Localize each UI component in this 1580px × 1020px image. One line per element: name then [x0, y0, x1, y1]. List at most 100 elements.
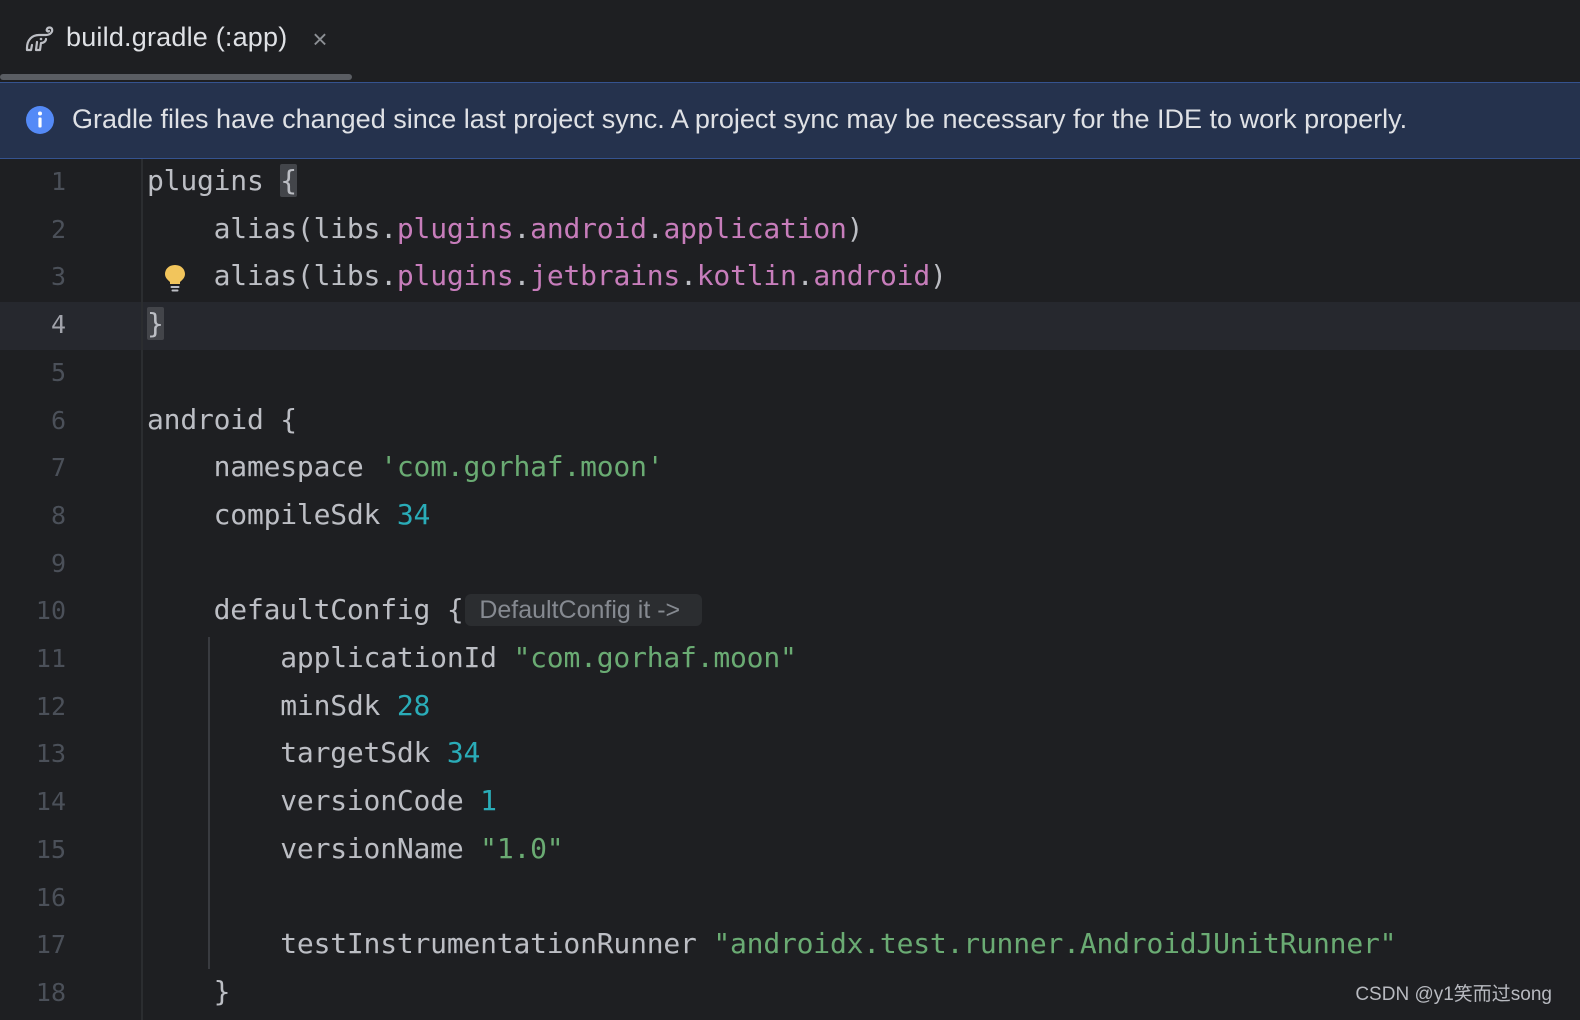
line-number: 15 — [35, 834, 66, 864]
sync-notification-banner: Gradle files have changed since last pro… — [0, 82, 1580, 159]
code-line[interactable]: 17 testInstrumentationRunner "androidx.t… — [0, 922, 1580, 970]
code-token: alias(libs. — [147, 211, 397, 245]
line-number: 11 — [35, 644, 66, 673]
line-number: 17 — [35, 930, 66, 960]
code-token: . — [646, 211, 664, 245]
line-number: 8 — [50, 500, 66, 530]
code-text: } — [147, 974, 231, 1008]
code-token: android { — [147, 402, 297, 436]
code-text: plugins { — [147, 164, 297, 197]
watermark: CSDN @y1笑而过song — [1355, 984, 1552, 1005]
code-token: plugins — [147, 164, 281, 197]
info-icon — [26, 106, 54, 134]
code-line[interactable]: 12 minSdk 28 — [0, 684, 1580, 732]
line-number: 18 — [35, 977, 66, 1007]
code-token: versionCode — [147, 784, 481, 818]
code-line[interactable]: 7 namespace 'com.gorhaf.moon' — [0, 445, 1580, 493]
code-text: applicationId "com.gorhaf.moon" — [147, 641, 797, 674]
code-line[interactable]: 1 plugins { — [0, 159, 1580, 207]
number-literal: 28 — [396, 688, 431, 722]
property-ref: plugins — [396, 211, 514, 245]
line-number: 14 — [35, 787, 66, 817]
code-token: applicationId — [147, 641, 514, 674]
string-literal: "com.gorhaf.moon" — [513, 641, 797, 674]
property-ref: jetbrains — [530, 259, 681, 293]
property-ref: kotlin — [696, 259, 797, 293]
tab-build-gradle-app[interactable]: build.gradle (:app) × — [0, 0, 352, 82]
line-number: 6 — [50, 405, 66, 435]
number-literal: 34 — [446, 736, 481, 770]
code-token: versionName — [147, 831, 481, 865]
line-number: 4 — [50, 310, 66, 340]
line-number: 1 — [50, 167, 66, 196]
active-tab-indicator — [0, 74, 352, 80]
code-text: defaultConfig { — [147, 593, 464, 626]
property-ref: android — [813, 259, 930, 293]
code-text: android { — [147, 403, 297, 436]
code-text: alias(libs.plugins.android.application) — [147, 211, 864, 245]
line-number: 5 — [50, 357, 66, 387]
string-literal: "androidx.test.runner.AndroidJUnitRunner… — [713, 927, 1397, 961]
number-literal: 1 — [480, 784, 497, 818]
line-number: 12 — [35, 691, 66, 721]
code-line[interactable]: 14 versionCode 1 — [0, 779, 1580, 827]
code-token: . — [680, 259, 697, 293]
tab-title: build.gradle (:app) — [66, 22, 288, 52]
code-token: . — [796, 259, 814, 293]
code-line[interactable]: 3 alias(libs.plugins.jetbrains.kotlin.an… — [0, 254, 1580, 302]
code-line[interactable]: 10 defaultConfig {DefaultConfig it -> — [0, 588, 1580, 636]
code-line[interactable]: 6 android { — [0, 398, 1580, 446]
line-number: 7 — [50, 453, 66, 483]
code-text: versionName "1.0" — [147, 832, 563, 865]
code-text: testInstrumentationRunner "androidx.test… — [147, 927, 1396, 960]
code-line[interactable]: 18 } — [0, 970, 1580, 1018]
code-token: namespace — [147, 450, 381, 484]
code-token: ) — [846, 211, 864, 245]
string-literal: "1.0" — [480, 831, 564, 865]
code-token: . — [513, 211, 531, 245]
property-ref: application — [663, 211, 847, 245]
code-token: } — [147, 974, 231, 1008]
code-line[interactable]: 13 targetSdk 34 — [0, 731, 1580, 779]
code-text: namespace 'com.gorhaf.moon' — [147, 450, 664, 484]
code-token: . — [513, 259, 531, 293]
code-text: compileSdk 34 — [147, 497, 431, 531]
code-text: versionCode 1 — [147, 784, 497, 817]
line-number: 9 — [50, 548, 66, 578]
code-line[interactable]: 9 — [0, 541, 1580, 589]
code-line[interactable]: 2 alias(libs.plugins.android.application… — [0, 207, 1580, 255]
property-ref: android — [530, 211, 647, 245]
editor-tab-bar: build.gradle (:app) × — [0, 0, 1580, 83]
code-text: alias(libs.plugins.jetbrains.kotlin.andr… — [147, 259, 947, 292]
line-number: 10 — [35, 596, 66, 626]
matched-brace: { — [280, 164, 297, 197]
code-line[interactable]: 5 — [0, 350, 1580, 398]
string-literal: 'com.gorhaf.moon' — [380, 450, 664, 484]
lambda-inlay-hint: DefaultConfig it -> — [465, 594, 703, 627]
code-token: defaultConfig { — [147, 593, 464, 627]
gradle-elephant-icon — [25, 26, 54, 52]
code-line[interactable]: 8 compileSdk 34 — [0, 493, 1580, 541]
number-literal: 34 — [396, 497, 431, 531]
code-token: compileSdk — [147, 497, 397, 531]
lightbulb-intention-icon[interactable] — [163, 264, 187, 294]
code-token: targetSdk — [147, 736, 447, 770]
tab-close-icon[interactable]: × — [307, 24, 333, 54]
line-number: 2 — [50, 214, 66, 244]
line-number: 3 — [50, 262, 66, 292]
line-number: 16 — [35, 882, 66, 912]
code-line[interactable]: 11 applicationId "com.gorhaf.moon" — [0, 636, 1580, 684]
code-token: ) — [929, 259, 947, 293]
property-ref: plugins — [396, 259, 514, 293]
matched-brace: } — [147, 307, 164, 341]
code-token: testInstrumentationRunner — [147, 927, 714, 961]
line-number: 13 — [35, 739, 66, 769]
code-token: minSdk — [147, 688, 397, 722]
code-editor[interactable]: 1 plugins {2 alias(libs.plugins.android.a… — [0, 159, 1580, 1020]
code-line[interactable]: 15 versionName "1.0" — [0, 827, 1580, 875]
code-line[interactable]: 4} — [0, 302, 1580, 350]
banner-message: Gradle files have changed since last pro… — [72, 104, 1408, 134]
code-text: } — [147, 307, 164, 341]
code-text: targetSdk 34 — [147, 736, 480, 769]
code-line[interactable]: 16 — [0, 875, 1580, 923]
